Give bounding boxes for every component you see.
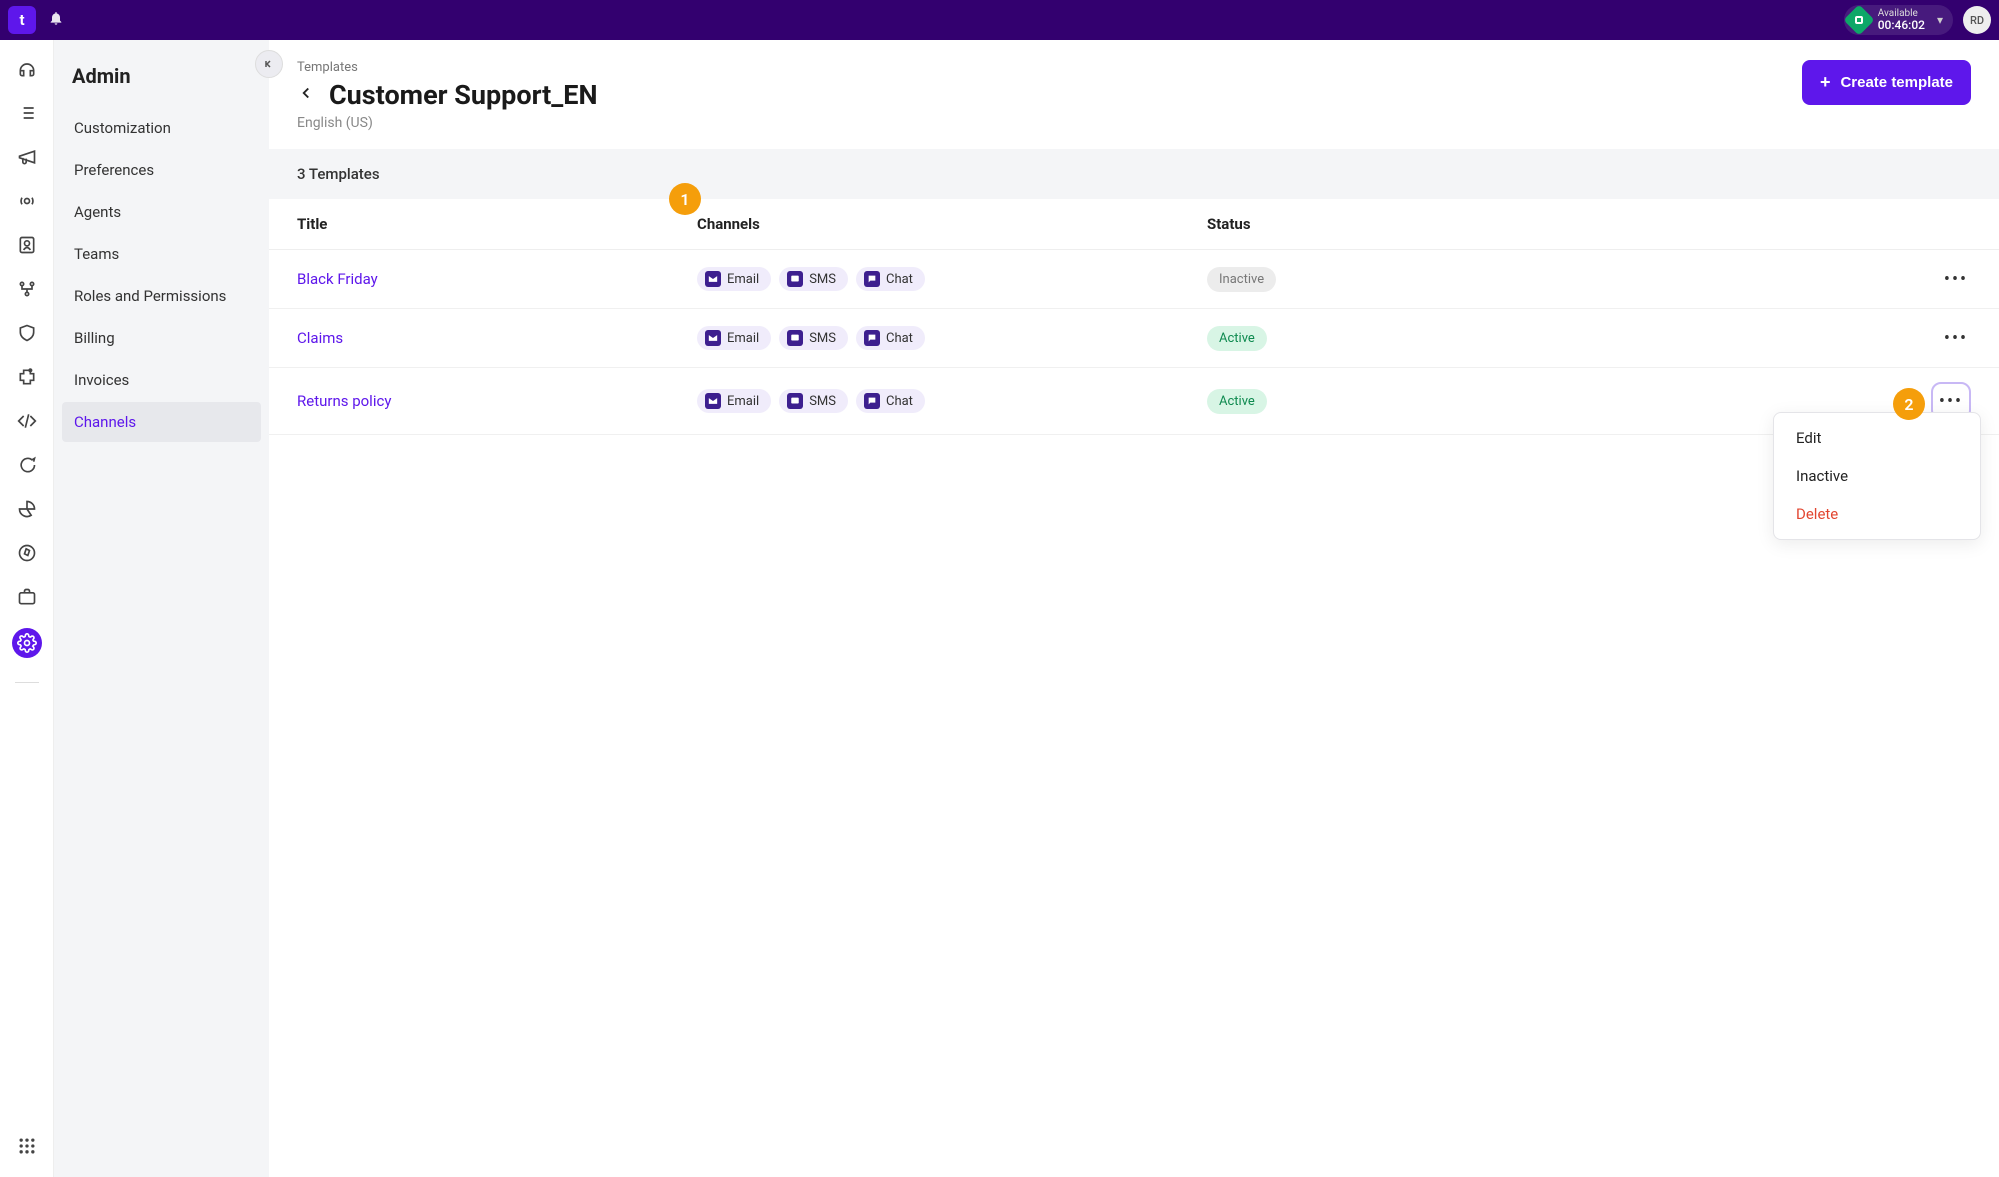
topbar-left: t: [8, 6, 64, 34]
chat-icon: [864, 330, 880, 346]
sidebar-item-billing[interactable]: Billing: [62, 318, 261, 358]
column-title: Title: [297, 215, 697, 233]
table-row: Returns policy Email SMS Chat Active •••…: [269, 368, 1999, 435]
rail-separator: [15, 682, 39, 683]
status-badge: Active: [1207, 389, 1267, 414]
rail-icon-megaphone[interactable]: [14, 144, 40, 170]
notifications-icon[interactable]: [48, 10, 64, 31]
icon-rail: [0, 40, 54, 1177]
annotation-callout-2: 2: [1893, 388, 1925, 420]
table-header: Title Channels Status 1: [269, 199, 1999, 250]
topbar-right: Available 00:46:02 ▾ RD: [1844, 5, 1991, 35]
create-template-button[interactable]: + Create template: [1802, 60, 1971, 105]
topbar: t Available 00:46:02 ▾ RD: [0, 0, 1999, 40]
channel-chip-sms: SMS: [779, 267, 848, 291]
sidebar-item-preferences[interactable]: Preferences: [62, 150, 261, 190]
status-indicator-icon: [1843, 4, 1874, 35]
template-link[interactable]: Returns policy: [297, 392, 697, 410]
chevron-down-icon: ▾: [1937, 13, 1943, 27]
row-actions-menu: Edit Inactive Delete: [1773, 412, 1981, 540]
row-actions-button[interactable]: •••: [1941, 264, 1971, 294]
column-status: Status: [1207, 215, 1387, 233]
sidebar-item-channels[interactable]: Channels: [62, 402, 261, 442]
create-button-label: Create template: [1840, 74, 1953, 91]
sms-icon: [787, 271, 803, 287]
page-subtitle: English (US): [297, 115, 598, 131]
chat-icon: [864, 393, 880, 409]
rail-icon-shield[interactable]: [14, 320, 40, 346]
back-arrow-icon[interactable]: [297, 83, 315, 108]
sidebar-title: Admin: [62, 58, 261, 106]
rail-icon-apps[interactable]: [14, 1133, 40, 1159]
channel-chip-email: Email: [697, 389, 771, 413]
rail-icon-broadcast[interactable]: [14, 188, 40, 214]
menu-item-edit[interactable]: Edit: [1774, 419, 1980, 457]
page-header: Templates Customer Support_EN English (U…: [269, 40, 1999, 149]
row-actions-button[interactable]: •••: [1941, 323, 1971, 353]
channel-chip-sms: SMS: [779, 326, 848, 350]
rail-icon-puzzle[interactable]: [14, 364, 40, 390]
main-content: Templates Customer Support_EN English (U…: [269, 40, 1999, 1177]
menu-item-inactive[interactable]: Inactive: [1774, 457, 1980, 495]
rail-icon-chat[interactable]: [14, 452, 40, 478]
avatar[interactable]: RD: [1963, 6, 1991, 34]
rail-icon-contact[interactable]: [14, 232, 40, 258]
channel-chip-chat: Chat: [856, 267, 925, 291]
rail-icon-code[interactable]: [14, 408, 40, 434]
channel-chip-sms: SMS: [779, 389, 848, 413]
column-channels: Channels: [697, 215, 1207, 233]
sms-icon: [787, 393, 803, 409]
sidebar-item-teams[interactable]: Teams: [62, 234, 261, 274]
sms-icon: [787, 330, 803, 346]
rail-icon-briefcase[interactable]: [14, 584, 40, 610]
status-timer: 00:46:02: [1878, 19, 1925, 32]
breadcrumb[interactable]: Templates: [297, 60, 598, 75]
template-link[interactable]: Claims: [297, 329, 697, 347]
channel-chip-email: Email: [697, 326, 771, 350]
channel-chip-chat: Chat: [856, 326, 925, 350]
email-icon: [705, 271, 721, 287]
plus-icon: +: [1820, 72, 1831, 93]
page-title: Customer Support_EN: [329, 79, 598, 111]
template-link[interactable]: Black Friday: [297, 270, 697, 288]
table-row: Claims Email SMS Chat Active •••: [269, 309, 1999, 368]
status-badge: Inactive: [1207, 267, 1276, 292]
email-icon: [705, 330, 721, 346]
table-row: Black Friday Email SMS Chat Inactive •••: [269, 250, 1999, 309]
email-icon: [705, 393, 721, 409]
sidebar: Admin Customization Preferences Agents T…: [54, 40, 269, 1177]
rail-icon-compass[interactable]: [14, 540, 40, 566]
rail-icon-settings[interactable]: [12, 628, 42, 658]
chat-icon: [864, 271, 880, 287]
status-badge: Active: [1207, 326, 1267, 351]
channel-chip-chat: Chat: [856, 389, 925, 413]
sidebar-item-customization[interactable]: Customization: [62, 108, 261, 148]
templates-count: 3 Templates: [269, 149, 1999, 199]
app-logo[interactable]: t: [8, 6, 36, 34]
channel-chip-email: Email: [697, 267, 771, 291]
annotation-callout-1: 1: [669, 183, 701, 215]
sidebar-item-roles[interactable]: Roles and Permissions: [62, 276, 261, 316]
rail-icon-dashboard[interactable]: [14, 496, 40, 522]
menu-item-delete[interactable]: Delete: [1774, 495, 1980, 533]
agent-status-pill[interactable]: Available 00:46:02 ▾: [1844, 5, 1953, 35]
sidebar-item-agents[interactable]: Agents: [62, 192, 261, 232]
sidebar-item-invoices[interactable]: Invoices: [62, 360, 261, 400]
rail-icon-headset[interactable]: [14, 56, 40, 82]
rail-icon-list[interactable]: [14, 100, 40, 126]
rail-icon-flow[interactable]: [14, 276, 40, 302]
